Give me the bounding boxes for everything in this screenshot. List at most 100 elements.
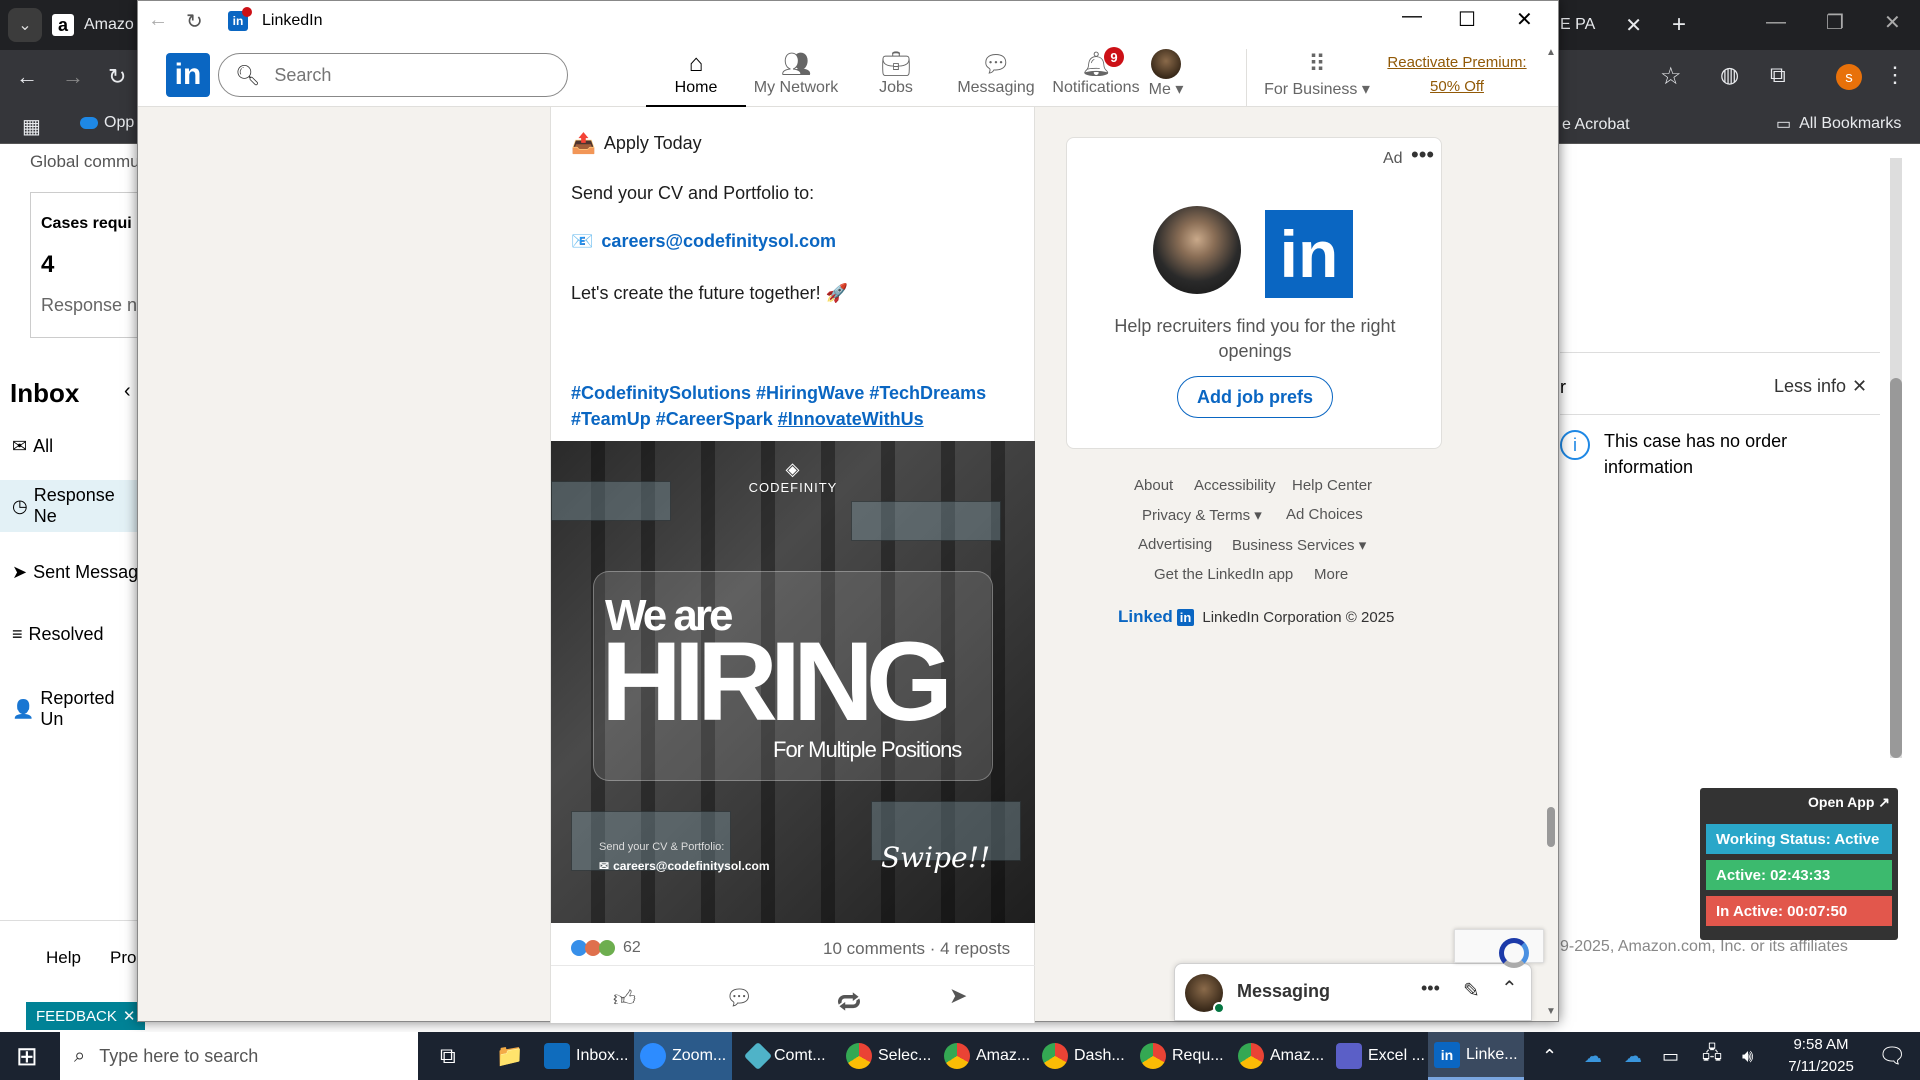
taskbar-zoom[interactable]: Zoom...	[634, 1032, 733, 1080]
file-explorer-icon[interactable]: 📁	[490, 1032, 529, 1080]
add-job-prefs-button[interactable]: Add job prefs	[1177, 376, 1333, 418]
profile-avatar[interactable]: s	[1836, 64, 1862, 90]
chevron-up-icon[interactable]: ⌃	[1501, 976, 1518, 1001]
all-bookmarks[interactable]: ▭ All Bookmarks	[1776, 114, 1901, 134]
scroll-thumb[interactable]	[1547, 807, 1555, 847]
taskbar-search[interactable]: ⌕ Type here to search	[60, 1032, 418, 1080]
footer-more[interactable]: More	[1314, 566, 1348, 583]
star-icon[interactable]: ☆	[1660, 62, 1682, 91]
nav-messaging[interactable]: 💬︎ Messaging	[946, 49, 1046, 107]
footer-privacy[interactable]: Privacy & Terms ▾	[1142, 506, 1262, 524]
restore-icon[interactable]: ❐	[1826, 10, 1844, 35]
feedback-button[interactable]: FEEDBACK ✕	[26, 1002, 146, 1030]
repost-icon[interactable]: 🔁︎	[837, 983, 861, 1019]
recaptcha-badge[interactable]	[1454, 929, 1544, 968]
extensions-icon[interactable]: ⧉	[1770, 62, 1786, 88]
taskbar-chrome-4[interactable]: Requ...	[1134, 1032, 1230, 1080]
taskbar-excel[interactable]: Excel ...	[1330, 1032, 1431, 1080]
less-info-button[interactable]: Less info ✕	[1774, 376, 1867, 397]
send-icon[interactable]: ➤	[949, 983, 967, 1009]
minimize-icon[interactable]: —	[1402, 5, 1422, 28]
footer-get-app[interactable]: Get the LinkedIn app	[1154, 566, 1293, 583]
network-icon[interactable]: 🖧︎	[1696, 1032, 1728, 1080]
menu-icon[interactable]: ⋮	[1884, 62, 1906, 88]
bookmark-acrobat[interactable]: e Acrobat	[1562, 116, 1630, 134]
footer-accessibility[interactable]: Accessibility	[1194, 477, 1276, 494]
chevron-up-icon[interactable]: ⌃	[1536, 1032, 1563, 1080]
email-link[interactable]: careers@codefinitysol.com	[601, 231, 836, 252]
comments-reposts[interactable]: 10 comments · 4 reposts	[823, 939, 1010, 959]
close-tab-icon[interactable]: ✕	[1625, 13, 1642, 38]
pro-link[interactable]: Pro	[110, 948, 136, 968]
footer-about[interactable]: About	[1134, 477, 1173, 494]
footer-help-center[interactable]: Help Center	[1292, 477, 1372, 494]
taskbar-comt[interactable]: Comt...	[742, 1032, 832, 1080]
search-input[interactable]	[274, 64, 535, 86]
taskbar-chrome-2[interactable]: Amaz...	[938, 1032, 1036, 1080]
reactions[interactable]: 62	[571, 939, 641, 957]
more-icon[interactable]: •••	[1411, 142, 1434, 168]
like-icon[interactable]: 👍︎	[613, 985, 636, 1012]
back-icon[interactable]: ←	[16, 64, 38, 90]
hiring-image[interactable]: ◈ CODEFINITY We are HIRING For Multiple …	[551, 441, 1035, 923]
volume-icon[interactable]: 🔊︎	[1736, 1032, 1759, 1080]
taskbar-linkedin[interactable]: in Linke...	[1428, 1032, 1524, 1080]
messaging-bar[interactable]: Messaging ••• ✎ ⌃	[1174, 963, 1532, 1021]
nav-me[interactable]: Me ▾	[1126, 49, 1206, 107]
open-app-link[interactable]: Open App ↗	[1808, 794, 1890, 811]
tab-search-button[interactable]: ⌄	[8, 8, 42, 42]
linkedin-logo[interactable]: in	[166, 53, 210, 97]
bg-tab-right[interactable]: E PA ✕ +	[1560, 8, 1686, 42]
minimize-icon[interactable]: —	[1766, 11, 1786, 34]
hashtags-line1[interactable]: #CodefinitySolutions #HiringWave #TechDr…	[571, 383, 986, 404]
forward-icon[interactable]: →	[62, 64, 84, 90]
maximize-icon[interactable]: ☐	[1458, 7, 1476, 32]
scrollbar[interactable]	[1890, 158, 1902, 758]
notifications-icon[interactable]: 🗨︎	[1872, 1032, 1912, 1080]
onedrive-icon[interactable]: ☁	[1578, 1032, 1608, 1080]
new-tab-icon[interactable]: +	[1672, 11, 1686, 39]
bg-tab-amazon[interactable]: a Amazo	[52, 8, 134, 42]
onedrive-business-icon[interactable]: ☁	[1618, 1032, 1648, 1080]
nav-for-business[interactable]: ⠿ For Business ▾	[1252, 49, 1382, 107]
comment-icon[interactable]: 💬︎	[725, 985, 753, 1011]
taskbar-chrome-5[interactable]: Amaz...	[1232, 1032, 1330, 1080]
inbox-nav-all[interactable]: ✉ All	[12, 436, 53, 457]
nav-my-network[interactable]: 👥︎ My Network	[746, 49, 846, 107]
taskbar-chrome-1[interactable]: Selec...	[840, 1032, 937, 1080]
footer-advertising[interactable]: Advertising	[1138, 536, 1212, 553]
close-icon[interactable]: ✕	[1516, 7, 1533, 32]
clock[interactable]: 9:58 AM 7/11/2025	[1776, 1034, 1866, 1078]
back-icon[interactable]: ←	[148, 9, 168, 32]
reload-icon[interactable]: ↻	[186, 9, 203, 34]
scroll-down-icon[interactable]: ▼	[1546, 1006, 1556, 1017]
taskbar-chrome-3[interactable]: Dash...	[1036, 1032, 1131, 1080]
collapse-icon[interactable]: ‹	[124, 380, 131, 403]
battery-icon[interactable]: ▭	[1656, 1032, 1685, 1080]
globe-icon[interactable]: ◍	[1720, 62, 1739, 88]
inbox-nav-resolved[interactable]: ≡ Resolved	[12, 624, 104, 645]
footer-ad-choices[interactable]: Ad Choices	[1286, 506, 1363, 523]
scrollbar[interactable]: ▲ ▼	[1544, 47, 1558, 1017]
taskbar-outlook[interactable]: Inbox...	[538, 1032, 634, 1080]
scroll-up-icon[interactable]: ▲	[1546, 47, 1556, 58]
hashtags-line2[interactable]: #TeamUp #CareerSpark #InnovateWithUs	[571, 409, 924, 430]
inbox-nav-response[interactable]: ◷ Response Ne	[0, 480, 140, 532]
reload-icon[interactable]: ↻	[108, 64, 126, 90]
apps-grid-icon[interactable]: ▦	[22, 114, 41, 139]
search-box[interactable]: 🔍︎	[218, 53, 568, 97]
task-view-icon[interactable]: ⧉	[434, 1032, 462, 1080]
bookmark-opp[interactable]: Opp	[80, 114, 134, 132]
help-link[interactable]: Help	[46, 948, 81, 968]
windows-start-icon[interactable]: ⊞	[10, 1032, 44, 1080]
nav-jobs[interactable]: 💼︎ Jobs	[846, 49, 946, 107]
nav-home[interactable]: ⌂ Home	[646, 49, 746, 108]
inbox-nav-reported[interactable]: 👤 Reported Un	[12, 688, 140, 730]
more-icon[interactable]: •••	[1421, 978, 1440, 999]
inbox-nav-sent[interactable]: ➤ Sent Messag	[12, 562, 138, 583]
footer-business-services[interactable]: Business Services ▾	[1232, 536, 1366, 554]
cases-card[interactable]: Cases requi 4 Response n	[30, 192, 140, 338]
close-icon[interactable]: ✕	[1884, 10, 1901, 35]
premium-link[interactable]: Reactivate Premium: 50% Off	[1382, 51, 1532, 99]
compose-icon[interactable]: ✎	[1463, 978, 1480, 1003]
